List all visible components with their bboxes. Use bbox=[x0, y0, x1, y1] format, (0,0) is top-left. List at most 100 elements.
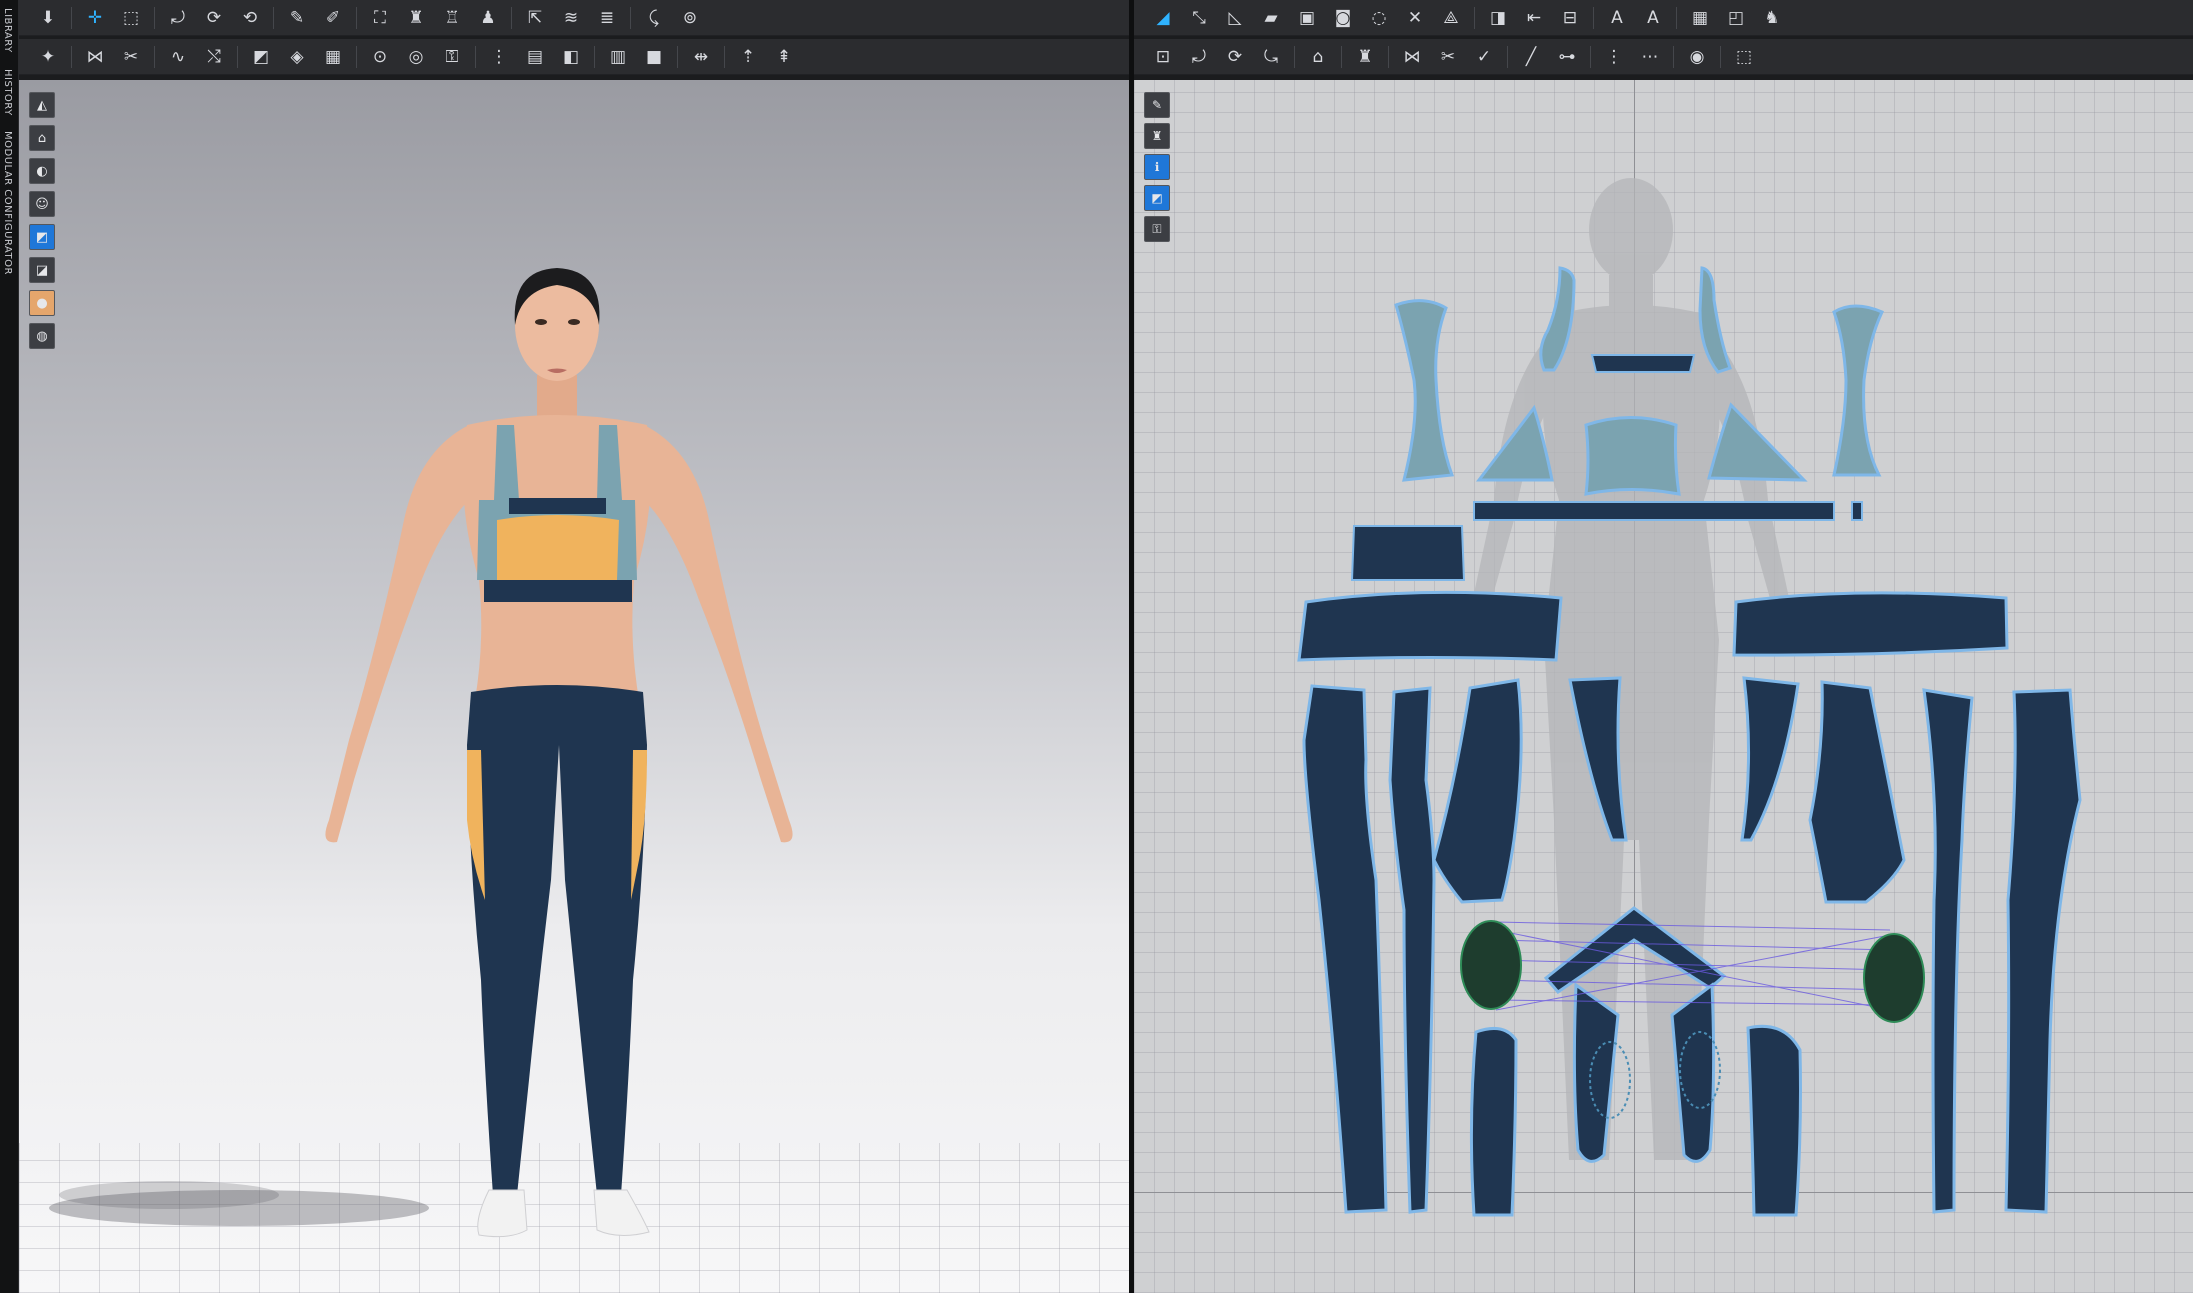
garment-fit-icon[interactable]: ⛶ bbox=[365, 3, 395, 33]
edit-pattern-icon[interactable]: ✐ bbox=[318, 3, 348, 33]
download-tool-icon[interactable]: ⬇ bbox=[33, 3, 63, 33]
texture-tool-icon[interactable]: ◩ bbox=[246, 42, 276, 72]
piece-strap-right[interactable] bbox=[1832, 304, 1885, 477]
selection-box-icon[interactable]: ⬚ bbox=[1729, 42, 1759, 72]
camera-snapshot-icon[interactable]: ◉ bbox=[1682, 42, 1712, 72]
show-pattern-tool-icon[interactable]: ✎ bbox=[1144, 92, 1170, 118]
piece-calf-left[interactable] bbox=[1469, 1026, 1518, 1217]
line-tool-icon[interactable]: ╱ bbox=[1516, 42, 1546, 72]
garment-avatar-icon[interactable]: ♟ bbox=[473, 3, 503, 33]
transform-tool-icon[interactable]: ⬚ bbox=[116, 3, 146, 33]
button-tool-icon[interactable]: ⊙ bbox=[365, 42, 395, 72]
show-fabric-icon[interactable]: ◩ bbox=[1144, 185, 1170, 211]
viewport-2d-pattern-window[interactable]: ✎ ♜ ℹ ◩ ⚿ bbox=[1134, 80, 2193, 1293]
tack-tool-icon[interactable]: ⤹ bbox=[639, 3, 669, 33]
fold-arrangement-icon[interactable]: ⟲ bbox=[235, 3, 265, 33]
segment-sewing-2d-icon[interactable]: ⋈ bbox=[1397, 42, 1427, 72]
side-tab-history[interactable]: HISTORY bbox=[0, 61, 15, 124]
viewport-2d-display-tools: ✎ ♜ ℹ ◩ ⚿ bbox=[1144, 92, 1170, 242]
split-tool-icon[interactable]: ⇹ bbox=[686, 42, 716, 72]
pattern-fold-icon[interactable]: ⟳ bbox=[1220, 42, 1250, 72]
layer-tool-icon[interactable]: ≋ bbox=[556, 3, 586, 33]
edit-sewing-icon[interactable]: ⤭ bbox=[199, 42, 229, 72]
piping-tool-icon[interactable]: ▤ bbox=[520, 42, 550, 72]
piece-mesh-left[interactable] bbox=[1460, 920, 1522, 1010]
zipper-tool-icon[interactable]: ⚿ bbox=[437, 42, 467, 72]
piece-waistband-left[interactable] bbox=[1297, 590, 1563, 662]
viewport-3d[interactable]: ◭ ⌂ ◐ ☺ ◩ ◪ ● ◍ bbox=[19, 80, 1129, 1293]
piece-outer-leg-left[interactable] bbox=[1302, 684, 1388, 1214]
edit-curvature-icon[interactable]: ◺ bbox=[1220, 3, 1250, 33]
fold-tool-icon[interactable]: ⟳ bbox=[199, 3, 229, 33]
sewing-segment-icon[interactable]: ⋈ bbox=[80, 42, 110, 72]
free-sewing-2d-icon[interactable]: ✂ bbox=[1433, 42, 1463, 72]
edit-pattern-2d-icon[interactable]: ◢ bbox=[1148, 3, 1178, 33]
piece-knee-left[interactable] bbox=[1572, 982, 1620, 1163]
layer-stack-icon[interactable]: ≣ bbox=[592, 3, 622, 33]
avatar-pose-icon[interactable]: ♞ bbox=[1757, 3, 1787, 33]
cut-tool-icon[interactable]: ✕ bbox=[1400, 3, 1430, 33]
internal-shape-icon[interactable]: ◌ bbox=[1364, 3, 1394, 33]
lock-pattern-icon[interactable]: ⚿ bbox=[1144, 216, 1170, 242]
piece-hook-tab[interactable] bbox=[1851, 501, 1863, 521]
annotation-text-icon[interactable]: A bbox=[1602, 3, 1632, 33]
fabric-tool-icon[interactable]: ◧ bbox=[556, 42, 586, 72]
pattern-tool-icon[interactable]: ◈ bbox=[282, 42, 312, 72]
side-tab-modular-configurator[interactable]: MODULAR CONFIGURATOR bbox=[0, 123, 15, 283]
pattern-arrange-icon[interactable]: ⊡ bbox=[1148, 42, 1178, 72]
check-sewing-icon[interactable]: ✓ bbox=[1469, 42, 1499, 72]
simulate-avatar-icon[interactable]: ✦ bbox=[33, 42, 63, 72]
topstitch-2d-icon[interactable]: ⋮ bbox=[1599, 42, 1629, 72]
fold-line-icon[interactable]: ▥ bbox=[603, 42, 633, 72]
buttonhole-tool-icon[interactable]: ◎ bbox=[401, 42, 431, 72]
stitch-pattern-icon[interactable]: ⋯ bbox=[1635, 42, 1665, 72]
measure-garment-icon[interactable]: ⇡ bbox=[733, 42, 763, 72]
seam-allowance-icon[interactable]: ⊟ bbox=[1555, 3, 1585, 33]
trace-tool-icon[interactable]: ◨ bbox=[1483, 3, 1513, 33]
pen-tool-icon[interactable]: ✎ bbox=[282, 3, 312, 33]
polygon-tool-icon[interactable]: ▰ bbox=[1256, 3, 1286, 33]
topstitch-tool-icon[interactable]: ⋮ bbox=[484, 42, 514, 72]
piece-outer-leg-right[interactable] bbox=[2004, 688, 2082, 1214]
piece-front-band[interactable] bbox=[1590, 354, 1696, 373]
garment-dress-icon[interactable]: ♖ bbox=[437, 3, 467, 33]
arrange-tool-icon[interactable]: ⤾ bbox=[163, 3, 193, 33]
dart-tool-icon[interactable]: ⟁ bbox=[1436, 3, 1466, 33]
piece-strap-left[interactable] bbox=[1394, 299, 1455, 482]
grid-tool-icon[interactable]: ▦ bbox=[1685, 3, 1715, 33]
piece-waistband-front[interactable] bbox=[1350, 525, 1466, 581]
pin-tool-icon[interactable]: ⊚ bbox=[675, 3, 705, 33]
side-tab-library[interactable]: LIBRARY bbox=[0, 0, 15, 61]
show-garment-icon[interactable]: ♜ bbox=[1144, 123, 1170, 149]
transform-pattern-icon[interactable]: ⤡ bbox=[1184, 3, 1214, 33]
piece-inner-leg-right[interactable] bbox=[1922, 688, 1974, 1214]
pattern-unfold-icon[interactable]: ⤿ bbox=[1256, 42, 1286, 72]
piece-waistband-right[interactable] bbox=[1732, 591, 2009, 657]
iron-tool-icon[interactable]: ⌂ bbox=[1303, 42, 1333, 72]
solidify-icon[interactable]: ■ bbox=[639, 42, 669, 72]
garment-shirt-2d-icon[interactable]: ♜ bbox=[1350, 42, 1380, 72]
piece-mesh-right[interactable] bbox=[1863, 933, 1925, 1023]
measure-length-icon[interactable]: ⇞ bbox=[769, 42, 799, 72]
curve-sewing-icon[interactable]: ∿ bbox=[163, 42, 193, 72]
dimension-tool-icon[interactable]: ⊶ bbox=[1552, 42, 1582, 72]
piece-hip-right[interactable] bbox=[1740, 676, 1800, 842]
piece-calf-right[interactable] bbox=[1746, 1024, 1802, 1217]
show-info-icon[interactable]: ℹ bbox=[1144, 154, 1170, 180]
pattern-piece-icon[interactable]: ◰ bbox=[1721, 3, 1751, 33]
pattern-rotate-icon[interactable]: ⤾ bbox=[1184, 42, 1214, 72]
annotation-label-icon[interactable]: A bbox=[1638, 3, 1668, 33]
piece-thigh-right[interactable] bbox=[1808, 680, 1906, 904]
measure-tool-icon[interactable]: ⇱ bbox=[520, 3, 550, 33]
piece-thigh-left[interactable] bbox=[1432, 678, 1523, 904]
ellipse-tool-icon[interactable]: ◙ bbox=[1328, 3, 1358, 33]
piece-cup-center[interactable] bbox=[1584, 416, 1681, 496]
sewing-free-icon[interactable]: ✂ bbox=[116, 42, 146, 72]
graphic-tool-icon[interactable]: ▦ bbox=[318, 42, 348, 72]
piece-underband[interactable] bbox=[1473, 501, 1835, 521]
grading-tool-icon[interactable]: ⇤ bbox=[1519, 3, 1549, 33]
piece-inner-leg-left[interactable] bbox=[1388, 686, 1436, 1214]
select-move-tool-icon[interactable]: ✛ bbox=[80, 3, 110, 33]
rectangle-tool-icon[interactable]: ▣ bbox=[1292, 3, 1322, 33]
garment-shirt-icon[interactable]: ♜ bbox=[401, 3, 431, 33]
